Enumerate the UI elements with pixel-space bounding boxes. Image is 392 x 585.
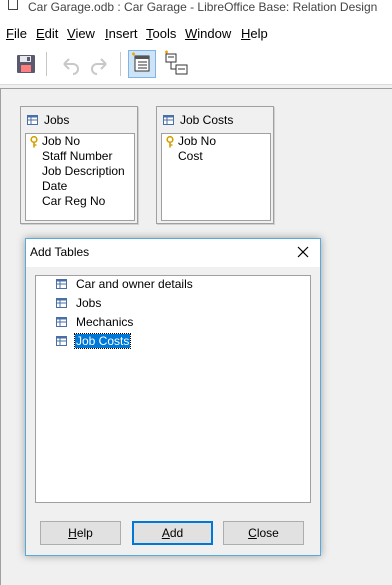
new-relation-icon [165, 50, 188, 75]
table-window-header[interactable]: Job Costs [163, 113, 233, 129]
title-bar: Car Garage.odb : Car Garage - LibreOffic… [0, 0, 392, 22]
table-icon [56, 317, 67, 327]
field-item[interactable]: Staff Number [42, 149, 112, 163]
list-item-label: Jobs [76, 296, 102, 310]
menu-window[interactable]: Window [185, 26, 231, 41]
undo-button[interactable] [56, 50, 84, 78]
close-button[interactable]: Close [223, 521, 304, 545]
table-icon [163, 115, 174, 125]
menu-help[interactable]: Help [241, 26, 268, 41]
field-item[interactable]: Date [42, 179, 67, 193]
field-item[interactable]: Job Description [42, 164, 125, 178]
redo-button[interactable] [86, 50, 114, 78]
document-icon [8, 0, 18, 10]
table-window-jobs[interactable]: Jobs Job No Staff Number Job Description… [20, 106, 138, 224]
primary-key-icon [166, 136, 174, 148]
field-item[interactable]: Job No [42, 134, 80, 148]
table-icon [56, 336, 67, 346]
close-icon [297, 246, 309, 258]
table-window-header[interactable]: Jobs [27, 113, 69, 129]
field-item[interactable]: Cost [178, 149, 203, 163]
table-icon [27, 115, 38, 125]
undo-icon [63, 58, 79, 75]
menu-bar: File Edit View Insert Tools Window Help [0, 22, 392, 44]
dialog-title-bar[interactable]: Add Tables [26, 239, 320, 267]
menu-insert[interactable]: Insert [105, 26, 138, 41]
table-window-job-costs[interactable]: Job Costs Job No Cost [156, 106, 274, 224]
table-name: Job Costs [180, 113, 234, 127]
save-button[interactable] [12, 50, 40, 78]
add-tables-button[interactable] [128, 50, 156, 78]
add-tables-dialog: Add Tables Car and owner details Jobs Me… [25, 238, 321, 556]
menu-view[interactable]: View [67, 26, 95, 41]
save-icon [17, 55, 35, 73]
help-button[interactable]: Help [40, 521, 121, 545]
table-list[interactable]: Car and owner details Jobs Mechanics Job… [35, 275, 311, 503]
table-name: Jobs [44, 113, 70, 127]
add-button[interactable]: Add [132, 521, 213, 545]
menu-file[interactable]: File [6, 26, 27, 41]
menu-tools[interactable]: Tools [146, 26, 176, 41]
table-icon [56, 298, 67, 308]
add-tables-icon [132, 52, 150, 72]
primary-key-icon [30, 136, 38, 148]
field-item[interactable]: Car Reg No [42, 194, 105, 208]
redo-icon [91, 58, 107, 75]
dialog-close-button[interactable] [294, 243, 312, 261]
table-icon [56, 279, 67, 289]
dialog-title: Add Tables [30, 245, 90, 259]
window-title: Car Garage.odb : Car Garage - LibreOffic… [28, 0, 378, 14]
list-item-label: Mechanics [76, 315, 134, 329]
field-item[interactable]: Job No [178, 134, 216, 148]
list-item-label: Job Costs [73, 333, 132, 349]
field-list[interactable]: Job No Cost [161, 133, 271, 221]
new-relation-button[interactable] [162, 50, 190, 78]
toolbar [0, 44, 392, 85]
list-item-label: Car and owner details [76, 277, 193, 291]
menu-edit[interactable]: Edit [36, 26, 58, 41]
field-list[interactable]: Job No Staff Number Job Description Date… [25, 133, 135, 221]
